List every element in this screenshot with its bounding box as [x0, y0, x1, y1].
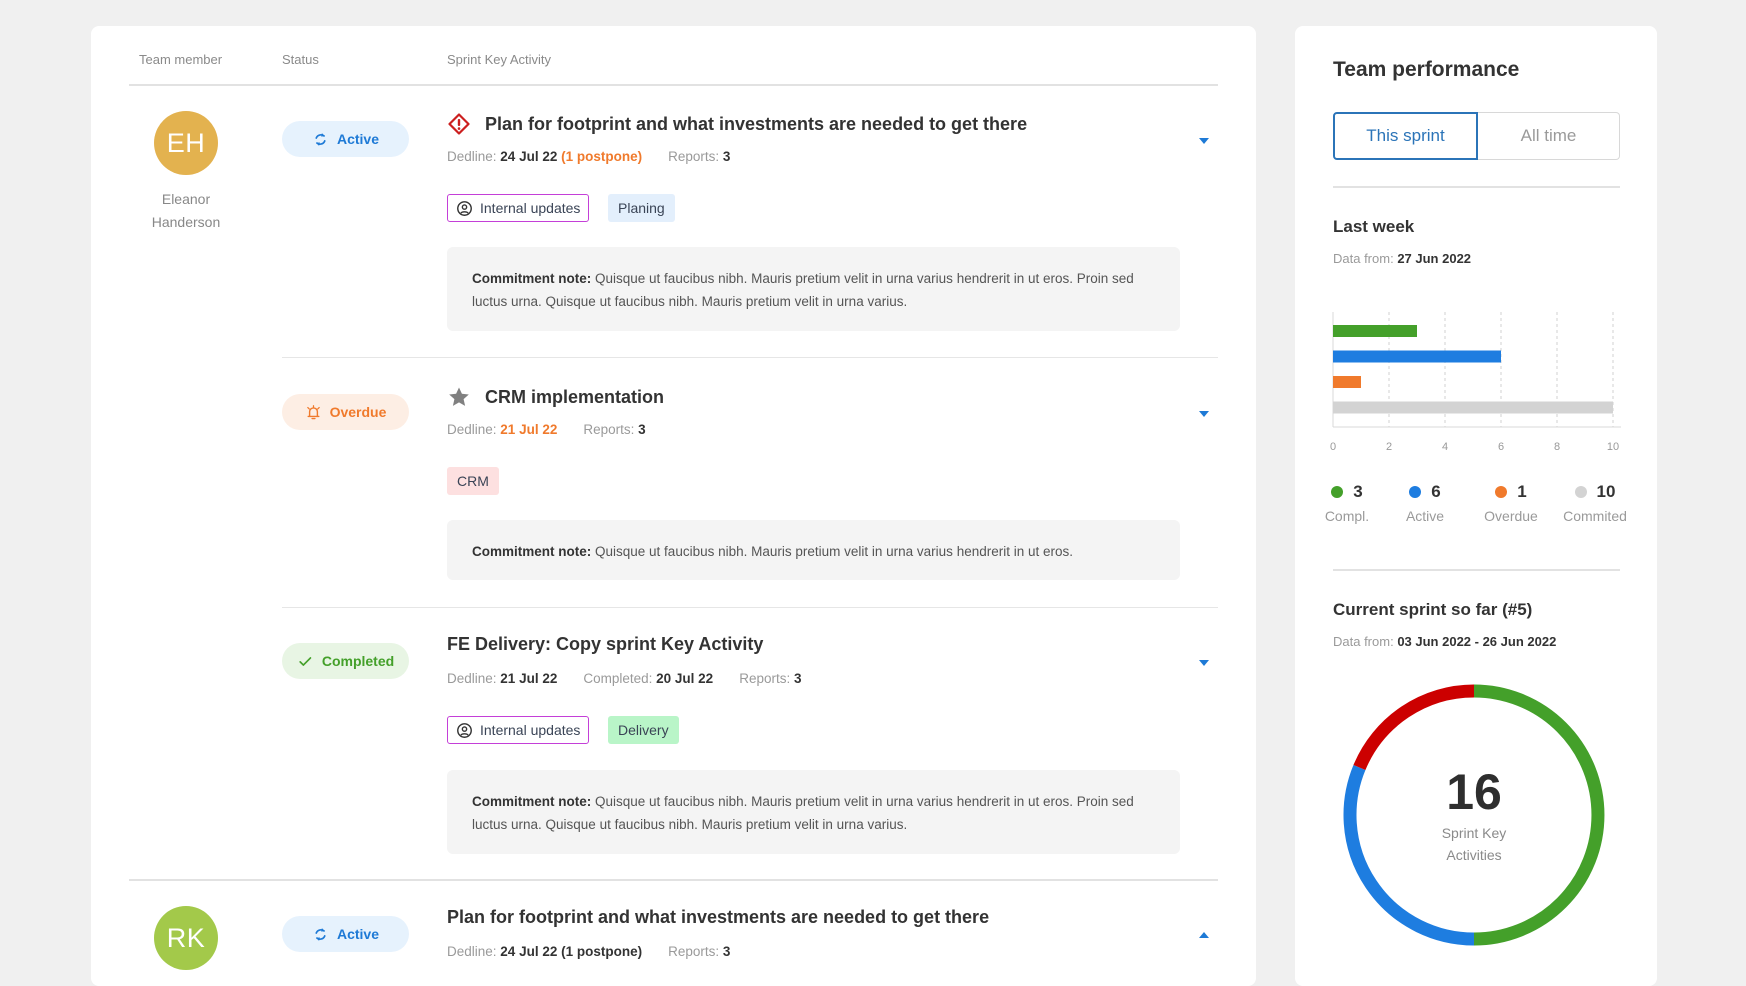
commitment-note: Commitment note: Quisque ut faucibus nib…	[447, 247, 1180, 331]
x-tick-label: 10	[1607, 441, 1619, 453]
last-week-title: Last week	[1333, 217, 1415, 236]
avatar[interactable]: RK	[154, 906, 218, 970]
section-divider	[1333, 186, 1620, 188]
user-circle-icon	[457, 722, 472, 738]
refresh-icon	[315, 927, 326, 941]
member-name: Eleanor Handerson	[151, 191, 221, 230]
header-team-member: Team member	[139, 52, 223, 67]
x-tick-label: 2	[1386, 441, 1392, 453]
bar-commited[interactable]	[1333, 401, 1613, 414]
refresh-icon	[315, 132, 326, 146]
legend-label: Active	[1405, 508, 1445, 524]
x-tick-label: 8	[1554, 441, 1560, 453]
task-title[interactable]: Plan for footprint and what investments …	[447, 907, 989, 928]
x-tick-label: 0	[1330, 441, 1336, 453]
bar-overdue[interactable]	[1333, 376, 1361, 388]
status-badge-active: Active	[282, 121, 409, 157]
legend-value: 1	[1517, 482, 1527, 501]
donut-center-label: 16 Sprint Key Activities	[1441, 764, 1507, 863]
last-week-bar-chart: 0 2 4 6 8 10	[1330, 312, 1621, 453]
warning-diamond-icon	[448, 113, 470, 135]
current-sprint-date: Data from: 03 Jun 2022 - 26 Jun 2022	[1333, 634, 1557, 649]
row-divider	[282, 607, 1218, 608]
chevron-down-icon[interactable]	[1199, 411, 1209, 417]
task-title[interactable]: CRM implementation	[447, 385, 664, 409]
tag-delivery[interactable]: Delivery	[608, 716, 679, 744]
tag-internal-updates[interactable]: Internal updates	[447, 716, 590, 744]
legend-item: 10 Commited	[1555, 482, 1635, 524]
x-tick-label: 4	[1442, 441, 1448, 453]
bar-active[interactable]	[1333, 350, 1501, 363]
chevron-up-icon[interactable]	[1199, 932, 1209, 938]
all-time-button[interactable]: All time	[1478, 112, 1620, 160]
task-meta: Dedline: 21 Jul 22 Reports: 3	[447, 422, 646, 437]
legend-item: 3 Compl.	[1307, 482, 1387, 524]
header-status: Status	[282, 52, 319, 67]
task-meta: Dedline: 21 Jul 22 Completed: 20 Jul 22 …	[447, 671, 802, 686]
legend-label: Commited	[1563, 508, 1627, 524]
activity-table-card: Team member Status Sprint Key Activity E…	[91, 26, 1256, 986]
star-icon	[449, 387, 469, 406]
period-toggle: This sprint All time	[1333, 112, 1620, 160]
status-badge-completed: Completed	[282, 643, 409, 679]
member-divider	[129, 879, 1218, 881]
this-sprint-button[interactable]: This sprint	[1333, 112, 1478, 160]
legend-label: Compl.	[1324, 508, 1370, 524]
legend-item: 1 Overdue	[1471, 482, 1551, 524]
tag-planing[interactable]: Planing	[608, 194, 675, 222]
section-divider	[1333, 569, 1620, 571]
check-icon	[299, 656, 312, 666]
legend-dot	[1574, 486, 1587, 498]
chevron-down-icon[interactable]	[1199, 660, 1209, 666]
legend-dot	[1495, 486, 1508, 498]
status-badge-overdue: Overdue	[282, 394, 409, 430]
legend-value: 3	[1353, 482, 1363, 501]
donut-total: 16	[1446, 764, 1502, 820]
legend-value: 6	[1431, 482, 1441, 501]
legend-value: 10	[1596, 482, 1616, 501]
header-divider	[129, 84, 1218, 86]
last-week-date: Data from: 27 Jun 2022	[1333, 251, 1472, 266]
commitment-note: Commitment note: Quisque ut faucibus nib…	[447, 770, 1180, 854]
commitment-note: Commitment note: Quisque ut faucibus nib…	[447, 520, 1180, 580]
task-title[interactable]: FE Delivery: Copy sprint Key Activity	[447, 634, 763, 655]
current-sprint-title: Current sprint so far (#5)	[1333, 600, 1533, 619]
avatar[interactable]: EH	[154, 111, 218, 175]
legend-label: Overdue	[1484, 508, 1538, 524]
donut-slice-overdue[interactable]	[1353, 684, 1475, 771]
tag-internal-updates[interactable]: Internal updates	[447, 194, 590, 222]
legend-dot	[1331, 486, 1344, 498]
task-title[interactable]: Plan for footprint and what investments …	[447, 112, 1027, 136]
bar-compl[interactable]	[1333, 325, 1417, 337]
task-meta: Dedline: 24 Jul 22 (1 postpone) Reports:…	[447, 149, 731, 164]
user-circle-icon	[457, 200, 472, 216]
chevron-down-icon[interactable]	[1199, 138, 1209, 144]
status-badge-active: Active	[282, 916, 409, 952]
tag-crm[interactable]: CRM	[447, 467, 499, 495]
alarm-bell-icon	[306, 404, 320, 419]
x-tick-label: 6	[1498, 441, 1504, 453]
panel-title: Team performance	[1333, 58, 1520, 81]
header-activity: Sprint Key Activity	[447, 52, 552, 67]
row-divider	[282, 357, 1218, 358]
task-meta: Dedline: 24 Jul 22 (1 postpone) Reports:…	[447, 944, 731, 959]
legend-item: 6 Active	[1385, 482, 1465, 524]
legend-dot	[1409, 486, 1422, 498]
